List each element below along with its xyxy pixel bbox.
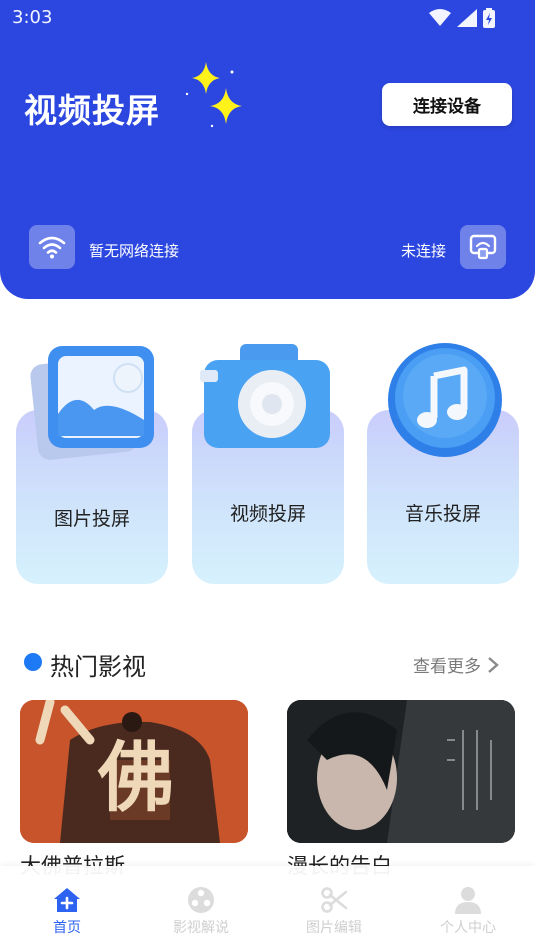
bottom-navigation: 首页 影视解说 图片编辑 个人中心 [0, 866, 535, 951]
status-time: 3:03 [12, 7, 53, 28]
chevron-right-icon [488, 656, 499, 673]
movie-poster-2 [287, 700, 515, 843]
music-icon [388, 343, 502, 457]
section-dot [24, 653, 42, 671]
user-icon [455, 887, 481, 914]
status-icons [429, 8, 495, 28]
wifi-icon [38, 236, 66, 259]
nav-film-commentary[interactable]: 影视解说 [134, 866, 268, 951]
view-more-label: 查看更多 [413, 657, 481, 677]
music-cast-label: 音乐投屏 [404, 503, 481, 525]
cast-device-button[interactable] [460, 225, 506, 269]
photo-cast-label: 图片投屏 [53, 508, 130, 530]
battery-icon [483, 8, 495, 28]
hot-movies-title: 热门影视 [50, 653, 146, 681]
connection-status-text: 未连接 [400, 242, 446, 260]
view-more-link[interactable]: 查看更多 [413, 652, 499, 677]
film-reel-icon [188, 887, 214, 913]
photo-icon [30, 346, 154, 460]
wifi-signal-icon [429, 9, 451, 26]
nav-photo-edit[interactable]: 图片编辑 [267, 866, 401, 951]
cell-signal-icon [457, 9, 477, 27]
nav-profile[interactable]: 个人中心 [401, 866, 535, 951]
video-cast-label: 视频投屏 [229, 503, 306, 525]
status-bar: 3:03 [0, 0, 535, 36]
screen-cast-icon [469, 234, 497, 260]
connect-device-button[interactable]: 连接设备 [382, 83, 512, 126]
header-banner: 3:03 视频投屏 连接设备 暂无网络连接 未连接 [0, 0, 535, 299]
nav-home-label: 首页 [53, 920, 81, 936]
nav-photo-edit-label: 图片编辑 [306, 920, 362, 936]
nav-profile-label: 个人中心 [440, 920, 496, 936]
movie-card-1[interactable]: 佛 [20, 700, 248, 843]
home-icon [54, 888, 80, 912]
sparkle-icon [185, 62, 242, 128]
camera-icon [200, 344, 330, 448]
network-status-text: 暂无网络连接 [89, 242, 180, 260]
movie-poster-1-text: 佛 [98, 733, 174, 822]
wifi-status-icon-box [29, 225, 75, 269]
nav-film-commentary-label: 影视解说 [173, 920, 229, 936]
nav-home[interactable]: 首页 [0, 866, 134, 951]
movie-card-2[interactable] [287, 700, 515, 843]
page-title: 视频投屏 [24, 91, 160, 130]
scissors-icon [321, 887, 348, 913]
